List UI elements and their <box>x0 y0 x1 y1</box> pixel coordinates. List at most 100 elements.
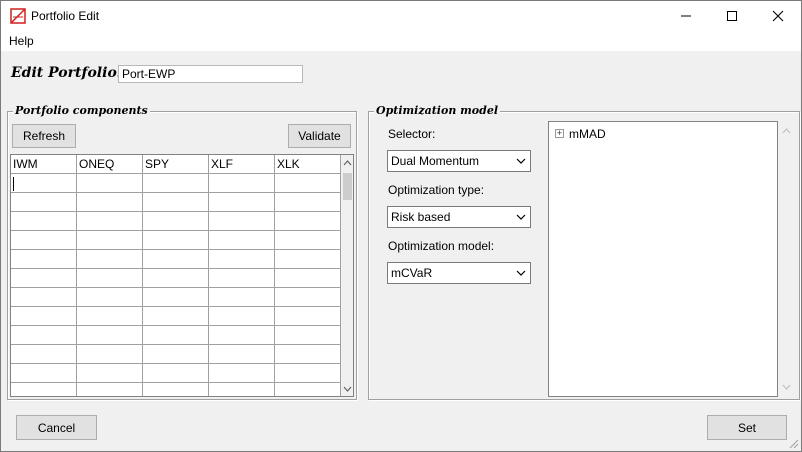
grid-cell[interactable] <box>275 345 341 364</box>
grid-cell[interactable] <box>143 288 209 307</box>
minimize-button[interactable] <box>663 1 709 31</box>
grid-scrollbar[interactable] <box>341 155 353 396</box>
grid-cell[interactable] <box>11 345 77 364</box>
grid-cell[interactable] <box>77 288 143 307</box>
chevron-down-icon <box>516 158 526 164</box>
grid-cell[interactable] <box>143 383 209 396</box>
close-button[interactable] <box>755 1 801 31</box>
edit-portfolio-label: Edit Portfolio: <box>11 65 122 81</box>
grid-cell[interactable] <box>77 307 143 326</box>
expand-plus-icon[interactable]: + <box>555 129 564 138</box>
grid-cell[interactable] <box>77 250 143 269</box>
scroll-thumb[interactable] <box>343 173 352 200</box>
optimization-type-dropdown[interactable]: Risk based <box>387 206 531 228</box>
set-button[interactable]: Set <box>707 415 787 440</box>
grid-cell[interactable] <box>143 231 209 250</box>
portfolio-edit-window: Portfolio Edit Help Edit Portfolio: Port… <box>0 0 802 452</box>
chevron-down-icon <box>516 214 526 220</box>
grid-cell[interactable] <box>275 326 341 345</box>
grid-cell[interactable] <box>11 288 77 307</box>
chevron-down-icon <box>516 270 526 276</box>
grid-cell[interactable] <box>11 326 77 345</box>
grid-cell[interactable] <box>77 345 143 364</box>
grid-cell[interactable] <box>209 250 275 269</box>
grid-cell[interactable] <box>11 212 77 231</box>
grid-header-xlf[interactable]: XLF <box>209 155 275 174</box>
grid-cell[interactable] <box>143 269 209 288</box>
grid-header-spy[interactable]: SPY <box>143 155 209 174</box>
grid-cell[interactable] <box>209 383 275 396</box>
grid-cell[interactable] <box>11 231 77 250</box>
grid-cell[interactable] <box>77 269 143 288</box>
grid-cell[interactable] <box>275 383 341 396</box>
grid-cell[interactable] <box>143 307 209 326</box>
scroll-down-icon[interactable] <box>782 383 791 391</box>
grid-cell[interactable] <box>275 250 341 269</box>
grid-cell[interactable] <box>209 345 275 364</box>
grid-cell[interactable] <box>143 212 209 231</box>
grid-cell[interactable] <box>11 193 77 212</box>
grid-cell[interactable] <box>77 212 143 231</box>
grid-cell[interactable] <box>275 364 341 383</box>
text-cursor <box>13 177 14 191</box>
grid-header-iwm[interactable]: IWM <box>11 155 77 174</box>
maximize-button[interactable] <box>709 1 755 31</box>
selector-label: Selector: <box>388 127 436 141</box>
grid-cell[interactable] <box>11 364 77 383</box>
grid-cell[interactable] <box>11 269 77 288</box>
scroll-up-icon[interactable] <box>343 159 352 167</box>
grid-cell[interactable] <box>275 231 341 250</box>
grid-cell[interactable] <box>77 326 143 345</box>
grid-cell[interactable] <box>209 193 275 212</box>
refresh-button[interactable]: Refresh <box>12 124 76 148</box>
scroll-down-icon[interactable] <box>343 385 352 393</box>
validate-button[interactable]: Validate <box>288 124 351 148</box>
grid-cell[interactable] <box>77 364 143 383</box>
grid-cell[interactable] <box>77 174 143 193</box>
grid-cell[interactable] <box>275 174 341 193</box>
tree-scrollbar[interactable] <box>778 121 796 397</box>
grid-cell[interactable] <box>209 307 275 326</box>
grid-cell[interactable] <box>209 174 275 193</box>
grid-cell[interactable] <box>275 269 341 288</box>
components-grid[interactable]: IWM ONEQ SPY XLF XLK <box>10 154 354 397</box>
grid-cell[interactable] <box>11 307 77 326</box>
selector-value: Dual Momentum <box>391 154 480 168</box>
tree-item[interactable]: + mMAD <box>555 127 675 143</box>
grid-cell[interactable] <box>143 326 209 345</box>
grid-cell[interactable] <box>143 193 209 212</box>
grid-cell[interactable] <box>143 174 209 193</box>
model-tree[interactable]: + mMAD <box>548 121 778 397</box>
grid-cell[interactable] <box>209 288 275 307</box>
grid-header-xlk[interactable]: XLK <box>275 155 341 174</box>
grid-cell[interactable] <box>143 345 209 364</box>
grid-cell[interactable] <box>143 250 209 269</box>
optimization-model-legend: Optimization model <box>374 104 500 117</box>
grid-cell[interactable] <box>143 364 209 383</box>
grid-cell[interactable] <box>275 193 341 212</box>
grid-cell[interactable] <box>209 212 275 231</box>
grid-cell[interactable] <box>11 383 77 396</box>
menu-bar: Help <box>1 31 801 51</box>
grid-cell[interactable] <box>11 174 77 193</box>
grid-cell[interactable] <box>77 193 143 212</box>
optimization-model-dropdown[interactable]: mCVaR <box>387 262 531 284</box>
close-icon <box>772 10 784 22</box>
grid-cell[interactable] <box>275 212 341 231</box>
grid-header-oneq[interactable]: ONEQ <box>77 155 143 174</box>
grid-cell[interactable] <box>209 326 275 345</box>
cancel-button[interactable]: Cancel <box>16 415 97 440</box>
scroll-up-icon[interactable] <box>782 127 791 135</box>
grid-cell[interactable] <box>77 383 143 396</box>
grid-cell[interactable] <box>11 250 77 269</box>
grid-cell[interactable] <box>77 231 143 250</box>
grid-cell[interactable] <box>209 364 275 383</box>
grid-cell[interactable] <box>209 269 275 288</box>
portfolio-name-input[interactable]: Port-EWP <box>118 65 303 83</box>
grid-cell[interactable] <box>275 288 341 307</box>
menu-help[interactable]: Help <box>9 34 34 48</box>
resize-grip-icon[interactable] <box>787 437 799 449</box>
selector-dropdown[interactable]: Dual Momentum <box>387 150 531 172</box>
grid-cell[interactable] <box>209 231 275 250</box>
grid-cell[interactable] <box>275 307 341 326</box>
